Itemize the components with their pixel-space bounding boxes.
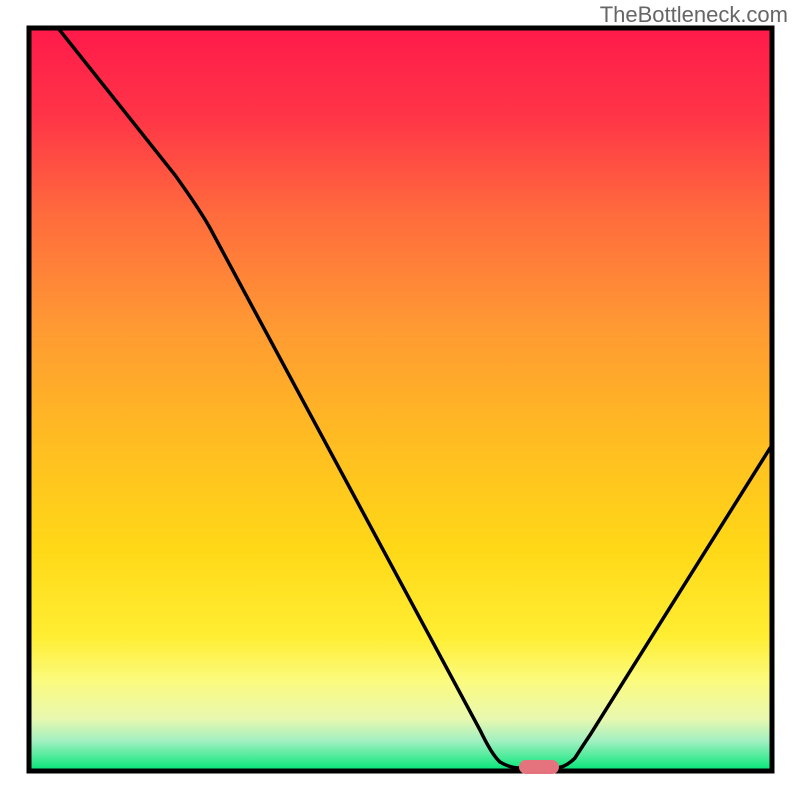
plot-background xyxy=(29,28,772,771)
bottleneck-chart xyxy=(0,0,800,800)
optimal-marker xyxy=(519,760,559,774)
watermark-text: TheBottleneck.com xyxy=(600,2,788,28)
chart-container: TheBottleneck.com xyxy=(0,0,800,800)
